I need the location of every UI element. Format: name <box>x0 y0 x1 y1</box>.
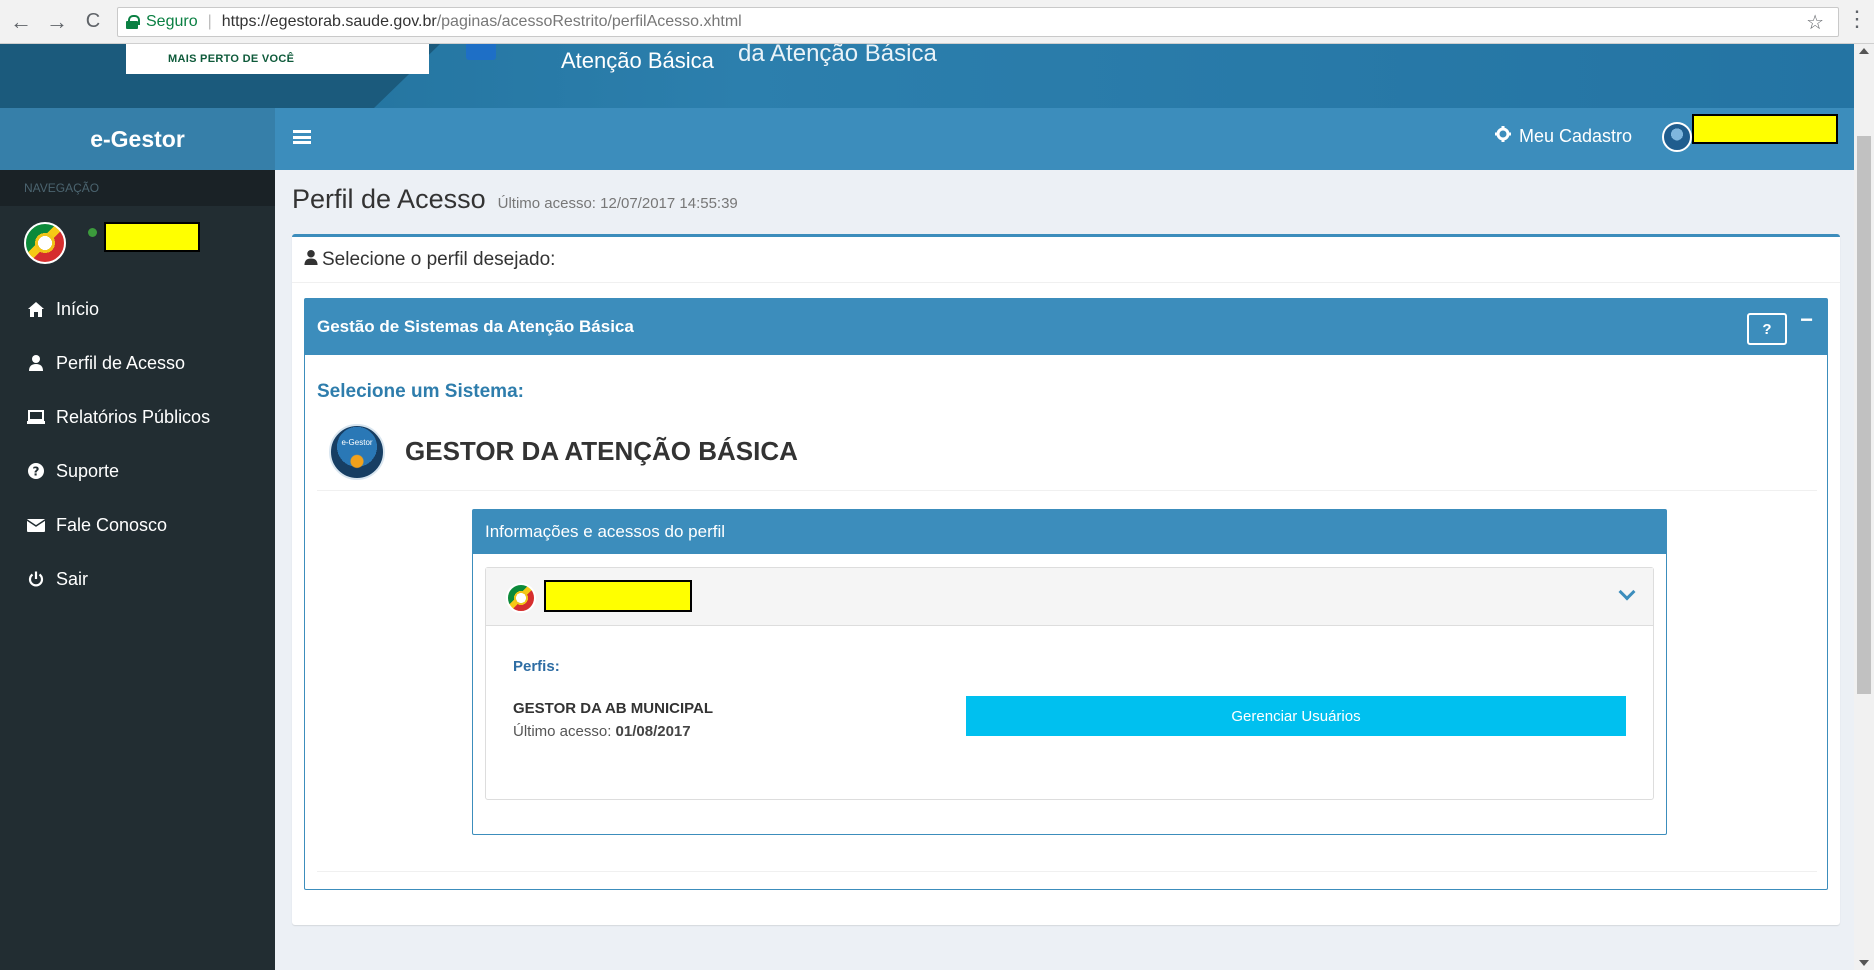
power-icon <box>26 571 46 587</box>
redacted-user-name <box>104 222 200 252</box>
bookmark-star-icon[interactable]: ☆ <box>1806 10 1824 35</box>
redacted-top-user-name[interactable] <box>1692 114 1838 144</box>
svg-text:?: ? <box>33 465 40 479</box>
municipality-card-header[interactable] <box>486 568 1653 626</box>
system-name: GESTOR DA ATENÇÃO BÁSICA <box>405 436 798 466</box>
forward-icon[interactable]: → <box>42 7 72 37</box>
user-panel <box>0 206 275 274</box>
sidebar-item-fale-conosco[interactable]: Fale Conosco <box>0 498 275 552</box>
collapse-button[interactable]: − <box>1800 307 1813 333</box>
laptop-icon <box>26 410 46 424</box>
municipality-flag-icon <box>506 583 536 613</box>
url-path: /paginas/acessoRestrito/perfilAcesso.xht… <box>436 13 742 30</box>
sidebar: e-Gestor NAVEGAÇÃO Início Perfil de Aces… <box>0 108 275 970</box>
profile-selection-box: Selecione o perfil desejado: Gestão de S… <box>292 234 1840 925</box>
question-circle-icon: ? <box>26 463 46 479</box>
sidebar-item-perfil-de-acesso[interactable]: Perfil de Acesso <box>0 336 275 390</box>
profile-info-header: Informações e acessos do perfil <box>473 510 1666 554</box>
system-item[interactable]: e-Gestor GESTOR DA ATENÇÃO BÁSICA <box>317 413 1817 491</box>
system-logo-text: e-Gestor <box>341 437 373 447</box>
systems-panel-title: Gestão de Sistemas da Atenção Básica <box>317 317 634 336</box>
banner-logo-mark <box>466 44 496 60</box>
redacted-municipality-name <box>544 580 692 612</box>
sidebar-item-label: Sair <box>56 568 89 589</box>
systems-panel: Gestão de Sistemas da Atenção Básica ? −… <box>304 298 1828 890</box>
page-scrollbar[interactable] <box>1854 44 1874 970</box>
banner-logo-text: MAIS PERTO DE VOCÊ <box>168 53 295 65</box>
profile-last-access-prefix: Último acesso: <box>513 723 616 740</box>
sidebar-item-label: Perfil de Acesso <box>56 352 186 373</box>
sidebar-item-sair[interactable]: Sair <box>0 552 275 606</box>
profile-name: GESTOR DA AB MUNICIPAL <box>513 700 714 717</box>
user-icon <box>26 355 46 371</box>
nav-header: NAVEGAÇÃO <box>0 170 275 206</box>
scroll-down-icon[interactable] <box>1859 960 1869 966</box>
page-title: Perfil de Acesso <box>292 184 486 214</box>
sidebar-item-label: Início <box>56 298 100 319</box>
sidebar-item-suporte[interactable]: ? Suporte <box>0 444 275 498</box>
site-banner: MAIS PERTO DE VOCÊ Atenção Básica da Ate… <box>0 44 1854 108</box>
back-icon[interactable]: ← <box>6 7 36 37</box>
systems-panel-header: Gestão de Sistemas da Atenção Básica ? − <box>305 299 1827 355</box>
e-gestor-logo-icon: e-Gestor <box>329 423 385 480</box>
profile-info-panel: Informações e acessos do perfil Perfis: … <box>472 509 1667 835</box>
address-bar[interactable]: Seguro | https://egestorab.saude.gov.br /… <box>117 7 1839 37</box>
user-avatar-icon[interactable] <box>1662 122 1692 152</box>
profile-last-access: Último acesso: 01/08/2017 <box>513 723 691 740</box>
avatar <box>24 222 66 264</box>
brand-logo[interactable]: e-Gestor <box>0 108 275 170</box>
sidebar-item-label: Suporte <box>56 460 120 481</box>
gear-icon <box>1495 126 1511 147</box>
banner-subtitle-2: da Atenção Básica <box>738 44 937 67</box>
municipality-card: Perfis: GESTOR DA AB MUNICIPAL Último ac… <box>485 567 1654 800</box>
meu-cadastro-label: Meu Cadastro <box>1519 126 1633 146</box>
manage-users-button[interactable]: Gerenciar Usuários <box>966 696 1626 736</box>
secure-label: Seguro <box>146 13 198 30</box>
perfis-label: Perfis: <box>513 658 560 675</box>
chevron-down-icon[interactable] <box>1618 583 1636 601</box>
online-status-icon <box>88 228 97 237</box>
banner-subtitle: Atenção Básica <box>561 48 714 73</box>
help-button[interactable]: ? <box>1747 313 1787 345</box>
panel-divider <box>317 871 1817 872</box>
meu-cadastro-link[interactable]: Meu Cadastro <box>1495 126 1632 147</box>
sidebar-menu: Início Perfil de Acesso Relatórios Públi… <box>0 282 275 606</box>
box-title: Selecione o perfil desejado: <box>322 248 556 270</box>
scroll-thumb[interactable] <box>1857 136 1871 694</box>
user-icon <box>304 249 318 270</box>
sidebar-item-label: Relatórios Públicos <box>56 406 211 427</box>
profile-last-access-date: 01/08/2017 <box>615 723 691 740</box>
banner-logo: MAIS PERTO DE VOCÊ <box>126 44 496 74</box>
scroll-up-icon[interactable] <box>1859 48 1869 54</box>
sidebar-item-inicio[interactable]: Início <box>0 282 275 336</box>
box-header: Selecione o perfil desejado: <box>292 237 1840 283</box>
last-access-info: Último acesso: 12/07/2017 14:55:39 <box>497 195 738 212</box>
top-navbar: Meu Cadastro <box>275 108 1854 170</box>
sidebar-item-relatorios-publicos[interactable]: Relatórios Públicos <box>0 390 275 444</box>
reload-icon[interactable]: C <box>78 7 108 37</box>
home-icon <box>26 301 46 317</box>
sidebar-item-label: Fale Conosco <box>56 514 168 535</box>
address-separator: | <box>207 13 212 30</box>
browser-toolbar: ← → C Seguro | https://egestorab.saude.g… <box>0 0 1874 44</box>
envelope-icon <box>26 518 46 532</box>
content-header: Perfil de Acesso Último acesso: 12/07/20… <box>292 184 738 215</box>
select-system-label: Selecione um Sistema: <box>317 381 524 402</box>
url-host: https://egestorab.saude.gov.br <box>221 13 437 30</box>
menu-toggle-icon[interactable] <box>293 130 311 144</box>
browser-menu-icon[interactable]: ⋮ <box>1846 8 1868 30</box>
lock-icon <box>126 15 140 29</box>
